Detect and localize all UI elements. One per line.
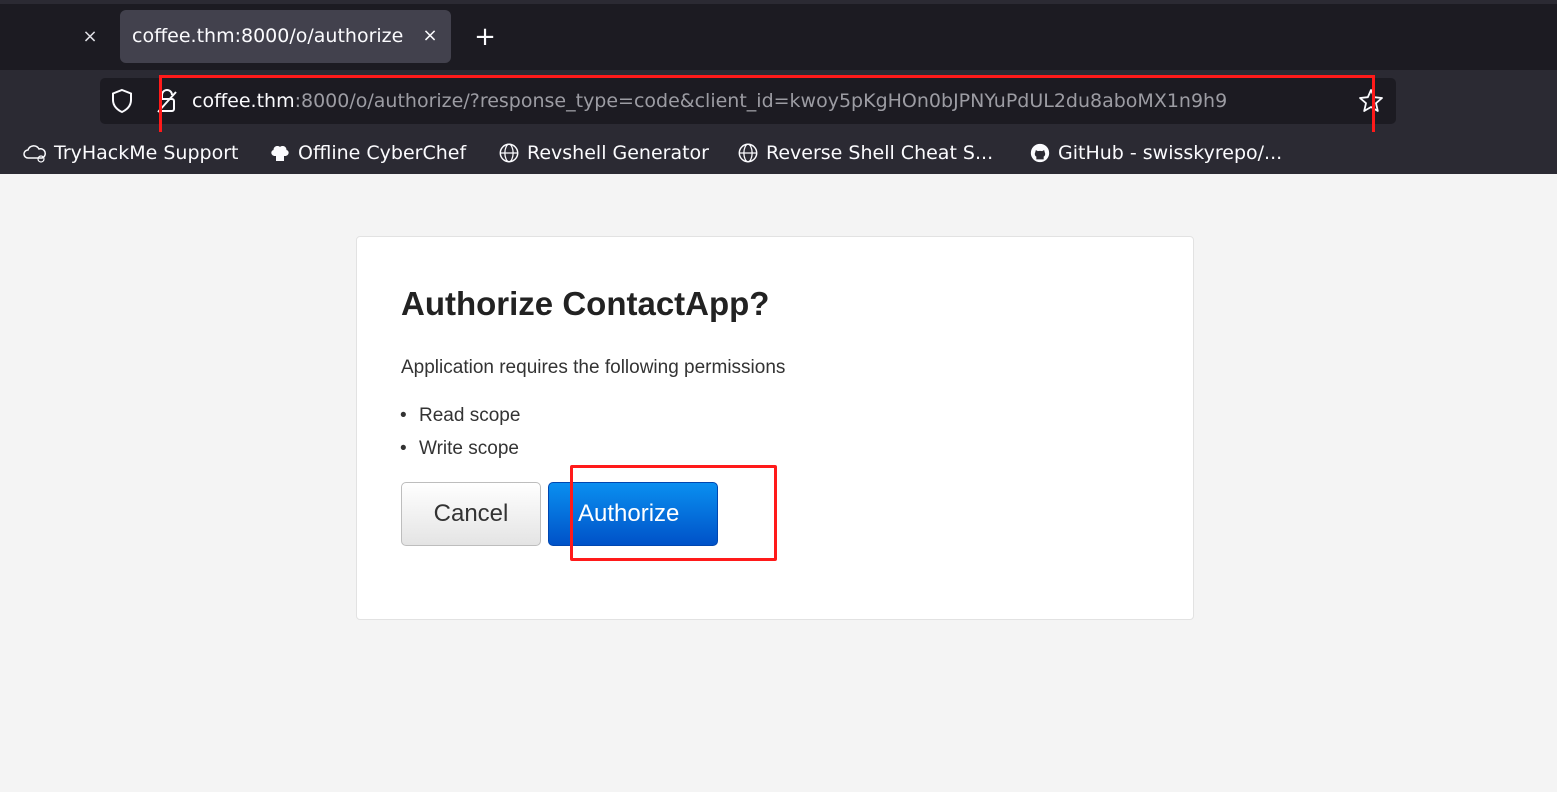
bookmark-label: Offline CyberChef	[298, 142, 467, 164]
tab-active[interactable]: coffee.thm:8000/o/authorize ×	[120, 10, 451, 63]
bookmark-label: GitHub - swisskyrepo/...	[1058, 142, 1283, 164]
bookmark-label: TryHackMe Support	[54, 142, 239, 164]
bookmarks-toolbar: TryHackMe Support Offline CyberChef Revs…	[0, 132, 1557, 174]
bookmark-offline-cyberchef[interactable]: Offline CyberChef	[268, 132, 466, 174]
annotation-box-url	[159, 75, 1375, 135]
shield-icon[interactable]	[110, 88, 134, 114]
bookmark-reverse-shell-cheat-sheet[interactable]: Reverse Shell Cheat S...	[736, 132, 993, 174]
cancel-button[interactable]: Cancel	[401, 482, 541, 546]
tab-bar: × coffee.thm:8000/o/authorize × +	[0, 0, 1557, 70]
github-icon	[1030, 143, 1050, 163]
tab-title: coffee.thm:8000/o/authorize	[132, 25, 404, 47]
annotation-box-authorize	[570, 465, 777, 561]
close-tab-icon[interactable]: ×	[78, 22, 102, 52]
permission-item-write: Write scope	[400, 438, 519, 460]
bookmark-label: Reverse Shell Cheat S...	[766, 142, 994, 164]
close-tab-icon[interactable]: ×	[418, 23, 442, 49]
permission-item-read: Read scope	[400, 405, 520, 427]
new-tab-button[interactable]: +	[470, 20, 500, 54]
chef-hat-icon	[271, 146, 289, 161]
globe-icon	[499, 143, 519, 163]
bookmark-label: Revshell Generator	[527, 142, 709, 164]
bookmark-github-swisskyrepo[interactable]: GitHub - swisskyrepo/...	[1028, 132, 1282, 174]
bookmark-tryhackme-support[interactable]: TryHackMe Support	[22, 132, 238, 174]
cloud-icon	[23, 145, 46, 163]
tab-bar-top-border	[0, 0, 1557, 4]
page-title: Authorize ContactApp?	[401, 285, 770, 322]
bookmark-revshell-generator[interactable]: Revshell Generator	[497, 132, 709, 174]
permissions-description: Application requires the following permi…	[401, 357, 786, 378]
authorize-card: Authorize ContactApp? Application requir…	[356, 236, 1194, 620]
globe-icon	[738, 143, 758, 163]
